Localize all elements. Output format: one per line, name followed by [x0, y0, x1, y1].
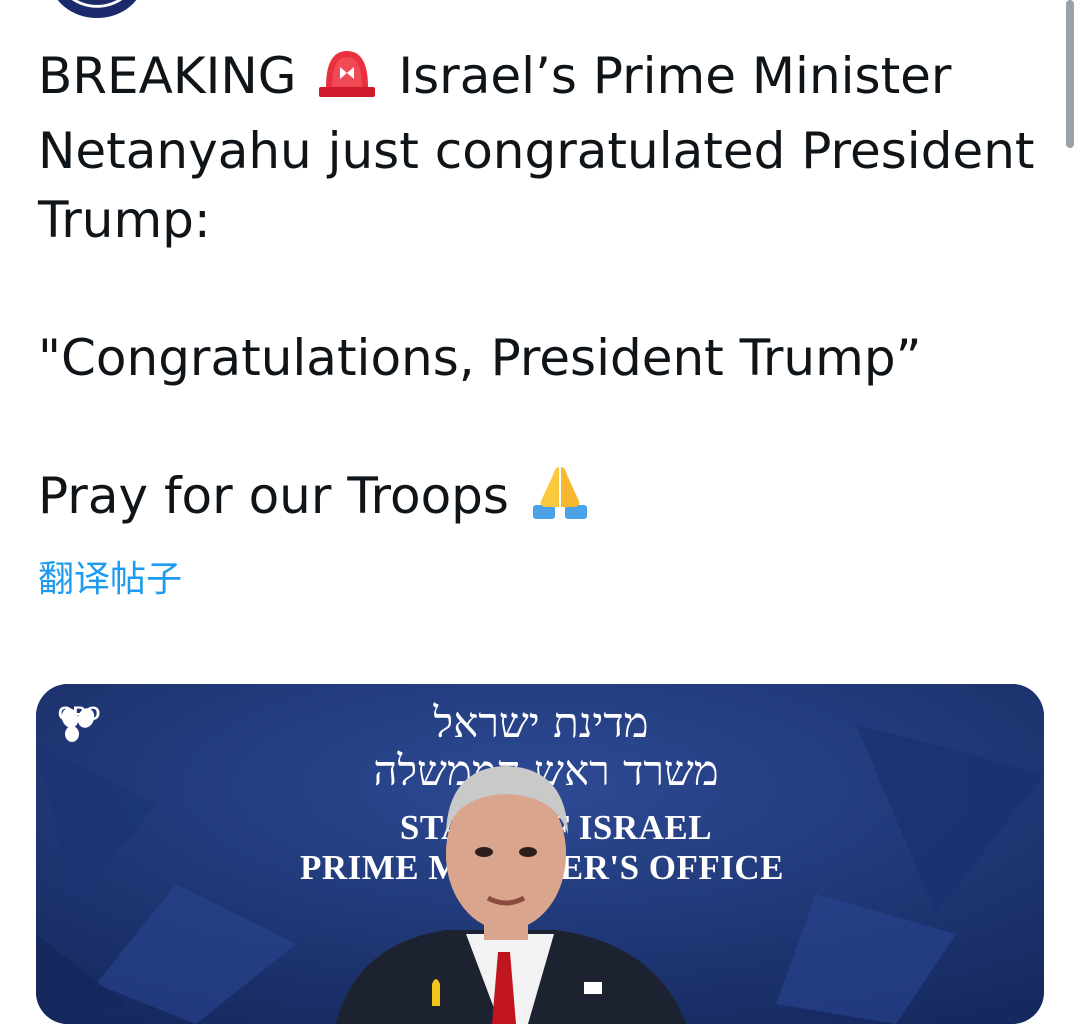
tweet-line-2: Netanyahu just congratulated President	[38, 122, 1035, 180]
closing-text: Pray for our Troops	[38, 467, 509, 525]
tweet-media-image[interactable]: GPO מדינת ישראל משרד ראש הממשלה STATE OF…	[36, 684, 1044, 1024]
tweet-quote: "Congratulations, President Trump”	[38, 329, 922, 387]
speaker-overlay	[336, 766, 686, 1024]
tweet-line-1: BREAKING Israel’s Prime Minister	[38, 42, 1043, 117]
tweet-line-3: Trump:	[38, 191, 211, 249]
police-light-icon	[316, 47, 378, 117]
author-avatar[interactable]	[50, 0, 144, 18]
breaking-word: BREAKING	[38, 47, 297, 105]
translate-post-link[interactable]: 翻译帖子	[38, 556, 182, 604]
tweet-text: BREAKING Israel’s Prime Minister Netanya…	[38, 42, 1043, 537]
line1-rest: Israel’s Prime Minister	[398, 47, 952, 105]
tweet-closing: Pray for our Troops	[38, 462, 1043, 537]
scrollbar[interactable]	[1066, 0, 1074, 148]
folded-hands-icon	[529, 463, 591, 537]
